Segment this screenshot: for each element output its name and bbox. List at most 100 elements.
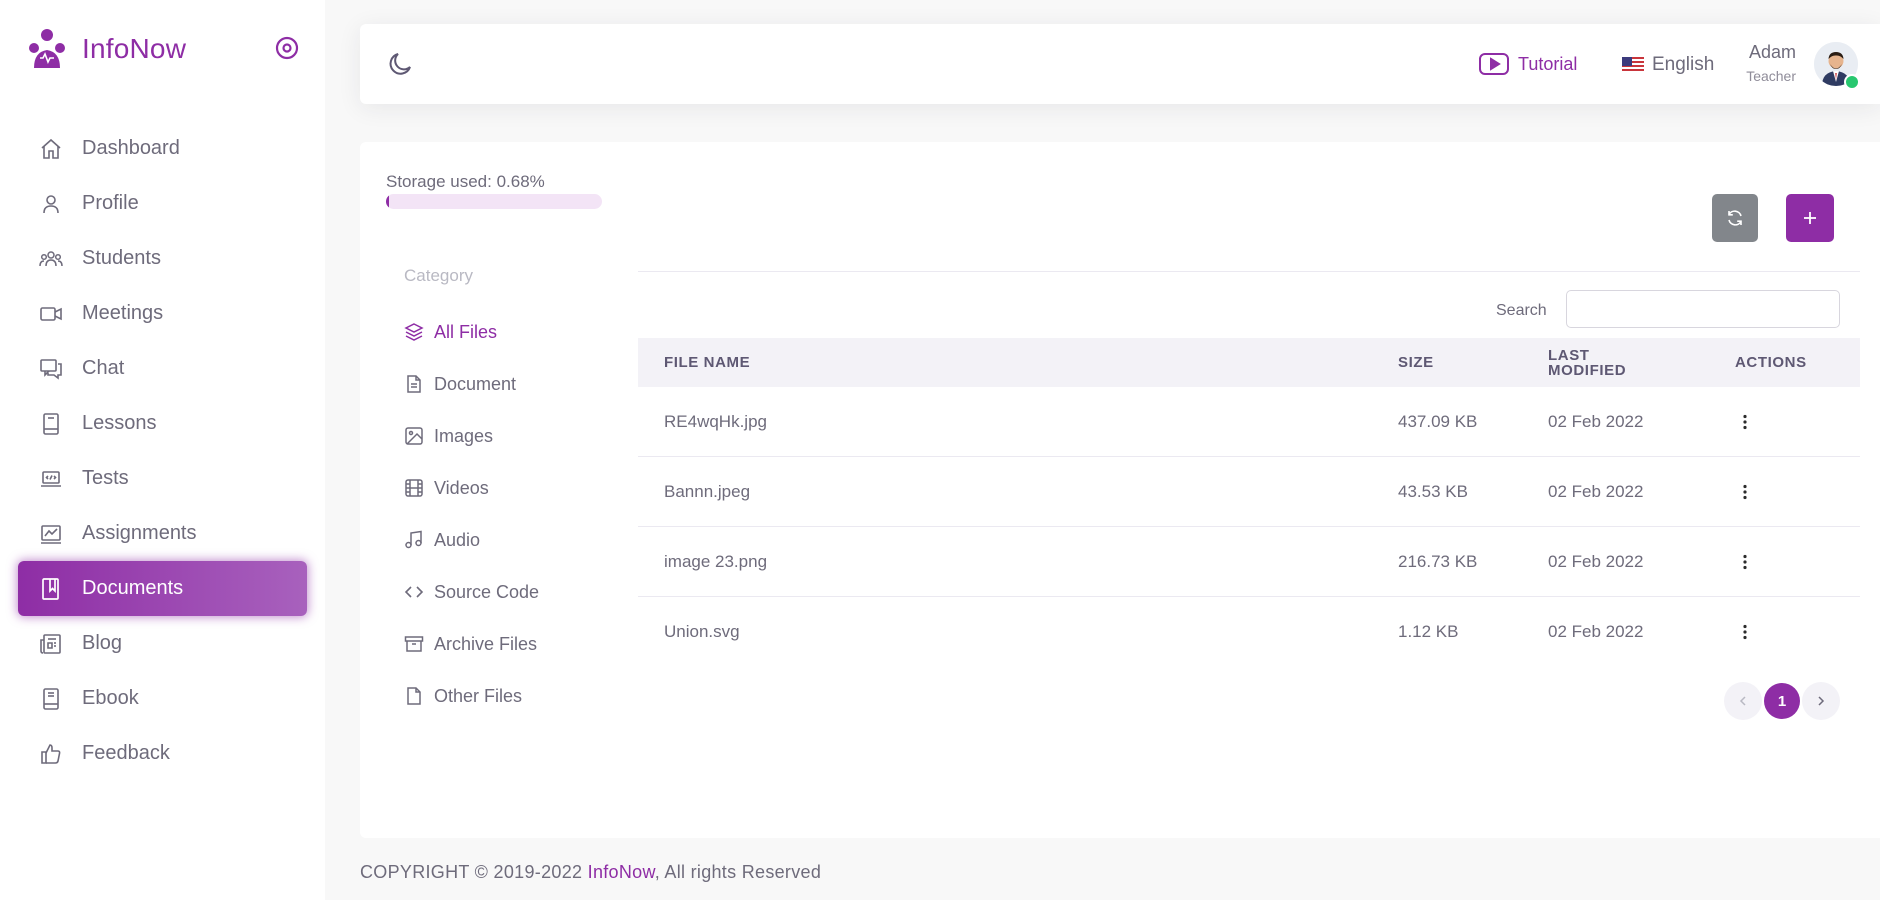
category-images[interactable]: Images (404, 410, 539, 462)
pagination-page-button[interactable]: 1 (1764, 683, 1800, 719)
storage-progress-bar (386, 194, 602, 209)
file-modified: 02 Feb 2022 (1548, 412, 1644, 431)
language-selector[interactable]: English (1622, 54, 1714, 76)
sidebar-item-label: Dashboard (82, 137, 180, 159)
chart-board-icon (41, 524, 61, 544)
file-manager-card: Storage used: 0.68% Category All Files D… (360, 142, 1880, 838)
sidebar-item-profile[interactable]: Profile (18, 176, 307, 231)
file-name: Union.svg (664, 621, 740, 641)
user-name: Adam (1748, 42, 1796, 62)
sidebar-item-assignments[interactable]: Assignments (18, 506, 307, 561)
category-label: Document (434, 373, 517, 394)
sidebar: InfoNow Dashboard Profile Students Meeti… (0, 0, 325, 900)
row-actions[interactable] (1735, 412, 1755, 432)
table-row[interactable]: Union.svg 1.12 KB 02 Feb 2022 (638, 597, 1860, 666)
category-label: Archive Files (434, 633, 538, 654)
sidebar-item-label: Tests (82, 467, 129, 489)
category-videos[interactable]: Videos (404, 462, 539, 514)
laptop-code-icon (41, 470, 61, 487)
music-icon (405, 530, 422, 549)
sidebar-item-dashboard[interactable]: Dashboard (18, 121, 307, 176)
file-size: 1.12 KB (1398, 621, 1459, 641)
refresh-icon (1728, 210, 1742, 226)
sidebar-item-chat[interactable]: Chat (18, 341, 307, 396)
category-audio[interactable]: Audio (404, 514, 539, 566)
thumbs-up-icon (41, 743, 61, 764)
video-icon (40, 306, 62, 321)
brand-logo-icon (29, 29, 65, 68)
add-file-button[interactable] (1786, 194, 1834, 242)
sidebar-item-tests[interactable]: Tests (18, 451, 307, 506)
category-label: Videos (434, 477, 489, 498)
sidebar-item-label: Documents (82, 577, 184, 599)
row-actions[interactable] (1735, 482, 1755, 502)
tutorial-label: Tutorial (1518, 53, 1578, 74)
plus-icon (1804, 212, 1816, 224)
more-vertical-icon (1743, 554, 1747, 569)
refresh-button[interactable] (1712, 194, 1758, 242)
file-name: image 23.png (664, 551, 768, 571)
chevron-right-icon (1818, 696, 1825, 706)
sidebar-item-label: Blog (82, 632, 123, 654)
header-file-name[interactable]: FILE NAME (664, 354, 750, 371)
pagination: 1 (1724, 682, 1840, 720)
sidebar-item-label: Feedback (82, 742, 170, 764)
category-other-files[interactable]: Other Files (404, 670, 539, 722)
sidebar-item-students[interactable]: Students (18, 231, 307, 286)
category-label: Audio (434, 529, 481, 550)
user-role: Teacher (1746, 68, 1796, 84)
category-source-code[interactable]: Source Code (404, 566, 539, 618)
sidebar-item-blog[interactable]: Blog (18, 616, 307, 671)
table-row[interactable]: RE4wqHk.jpg 437.09 KB 02 Feb 2022 (638, 387, 1860, 457)
sidebar-item-feedback[interactable]: Feedback (18, 726, 307, 781)
book-icon (43, 412, 59, 435)
sidebar-item-lessons[interactable]: Lessons (18, 396, 307, 451)
archive-icon (404, 636, 424, 652)
sidebar-item-meetings[interactable]: Meetings (18, 286, 307, 341)
file-modified: 02 Feb 2022 (1548, 552, 1644, 571)
newspaper-icon (40, 633, 61, 654)
category-document[interactable]: Document (404, 358, 539, 410)
row-actions[interactable] (1735, 622, 1755, 642)
sidebar-item-ebook[interactable]: Ebook (18, 671, 307, 726)
image-icon (405, 427, 423, 445)
sidebar-item-label: Assignments (82, 522, 197, 544)
header-size[interactable]: SIZE (1398, 354, 1434, 371)
search-input[interactable] (1566, 290, 1840, 328)
pagination-next-button[interactable] (1802, 682, 1840, 720)
sidebar-item-label: Profile (82, 192, 139, 214)
file-size: 43.53 KB (1398, 481, 1468, 501)
more-vertical-icon (1743, 414, 1747, 429)
brand[interactable]: InfoNow (26, 28, 186, 70)
row-actions[interactable] (1735, 552, 1755, 572)
header-last-modified[interactable]: LAST MODIFIED (1548, 348, 1658, 378)
sidebar-item-documents[interactable]: Documents (18, 561, 307, 616)
sidebar-item-label: Students (82, 247, 161, 269)
sidebar-item-label: Chat (82, 357, 125, 379)
sidebar-collapse-icon[interactable] (274, 35, 300, 61)
category-all-files[interactable]: All Files (404, 306, 539, 358)
category-archive-files[interactable]: Archive Files (404, 618, 539, 670)
pagination-prev-button[interactable] (1724, 682, 1762, 720)
footer-brand-link[interactable]: InfoNow (588, 862, 655, 882)
header-last-modified-line2: MODIFIED (1548, 361, 1627, 379)
category-label: All Files (434, 321, 498, 342)
file-modified: 02 Feb 2022 (1548, 482, 1644, 501)
tutorial-link[interactable]: Tutorial (1478, 52, 1577, 76)
user-icon (43, 194, 59, 213)
file-name: RE4wqHk.jpg (664, 411, 767, 431)
file-name: Bannn.jpeg (664, 481, 751, 501)
category-label: Source Code (434, 581, 540, 602)
divider (638, 271, 1860, 272)
ebook-icon (43, 687, 59, 710)
sidebar-item-label: Ebook (82, 687, 139, 709)
category-label: Images (434, 425, 494, 446)
user-info[interactable]: Adam Teacher (1736, 42, 1796, 84)
youtube-icon (1479, 53, 1509, 75)
storage-progress-fill (386, 194, 389, 209)
table-row[interactable]: image 23.png 216.73 KB 02 Feb 2022 (638, 527, 1860, 597)
moon-icon[interactable] (386, 49, 416, 79)
more-vertical-icon (1743, 624, 1747, 639)
more-vertical-icon (1743, 484, 1747, 499)
table-row[interactable]: Bannn.jpeg 43.53 KB 02 Feb 2022 (638, 457, 1860, 527)
